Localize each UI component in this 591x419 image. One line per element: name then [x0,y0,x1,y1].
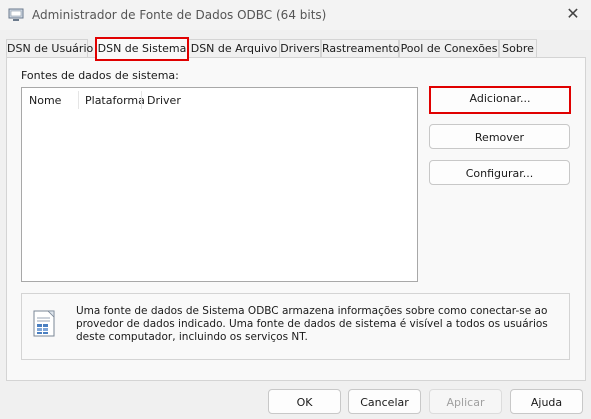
window-title: Administrador de Fonte de Dados ODBC (64… [32,8,327,22]
apply-button[interactable]: Aplicar [429,389,502,414]
help-button[interactable]: Ajuda [510,389,583,414]
list-label: Fontes de dados de sistema: [21,69,179,82]
add-button[interactable]: Adicionar... [429,86,571,114]
tab-strip: DSN de Usuário DSN de Sistema DSN de Arq… [6,37,591,61]
tab-dsn-usuario[interactable]: DSN de Usuário [6,39,93,57]
tab-drivers[interactable]: Drivers [279,39,321,57]
close-icon[interactable]: ✕ [565,5,581,23]
remove-button[interactable]: Remover [429,124,570,149]
configure-button[interactable]: Configurar... [429,160,570,185]
column-header-driver[interactable]: Driver [147,94,181,107]
tab-dsn-sistema[interactable]: DSN de Sistema [95,37,189,61]
tab-sobre[interactable]: Sobre [499,39,537,57]
cancel-button[interactable]: Cancelar [348,389,421,414]
ok-button[interactable]: OK [268,389,341,414]
info-box: Uma fonte de dados de Sistema ODBC armaz… [21,293,570,360]
odbc-app-icon [8,8,24,21]
datasource-info-icon [33,310,55,337]
data-source-list[interactable]: Nome Plataforma Driver [21,87,418,282]
title-bar: Administrador de Fonte de Dados ODBC (64… [0,0,591,30]
column-divider [78,91,79,109]
column-divider [141,91,142,109]
tab-rastreamento[interactable]: Rastreamento [321,39,399,57]
tab-dsn-arquivo[interactable]: DSN de Arquivo [188,39,280,57]
column-header-plataforma[interactable]: Plataforma [85,94,145,107]
tab-pool-conexoes[interactable]: Pool de Conexões [399,39,499,57]
info-description: Uma fonte de dados de Sistema ODBC armaz… [76,305,548,343]
tab-panel: Fontes de dados de sistema: Nome Platafo… [6,57,586,381]
column-header-nome[interactable]: Nome [29,94,61,107]
